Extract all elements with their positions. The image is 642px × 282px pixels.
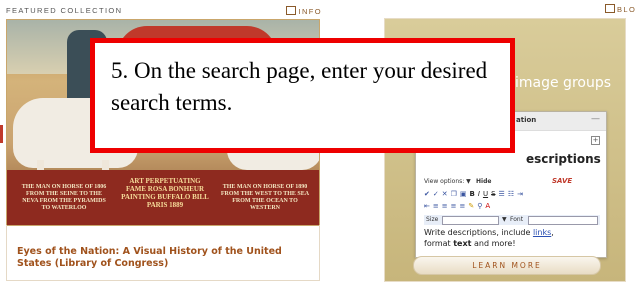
align-left-icon[interactable]: ≡ bbox=[433, 202, 439, 213]
edit-text-4: and more! bbox=[471, 239, 516, 248]
ordered-list-icon[interactable]: ☰ bbox=[499, 190, 505, 201]
check-icon[interactable]: ✔ bbox=[424, 190, 430, 201]
font-controls-row: Size ▼ Font bbox=[424, 215, 600, 225]
featured-collection-title-link[interactable]: Eyes of the Nation: A Visual History of … bbox=[17, 246, 307, 270]
save-button[interactable]: SAVE bbox=[552, 177, 572, 185]
edit-link: links bbox=[532, 228, 552, 237]
size-label: Size bbox=[426, 216, 439, 223]
formatting-toolbar-row-2: ⇤ ≡ ≡ ≡ ≡ ✎ ⚲ A bbox=[424, 202, 600, 213]
copy-icon[interactable]: ❐ bbox=[451, 190, 457, 201]
formatting-toolbar-row-1: ✔ ✓ ✕ ❐ ▣ B I U S ☰ ☷ ⇥ bbox=[424, 190, 600, 201]
blog-link[interactable]: BLO bbox=[605, 4, 636, 14]
size-select[interactable] bbox=[442, 216, 499, 225]
align-center-icon[interactable]: ≡ bbox=[442, 202, 448, 213]
editor-toolbar-top: View options: ▼ Hide SAVE bbox=[424, 176, 600, 188]
expand-icon: + bbox=[591, 136, 600, 145]
instruction-text: 5. On the search page, enter your desire… bbox=[111, 58, 488, 115]
align-right-icon[interactable]: ≡ bbox=[451, 202, 457, 213]
italic-icon[interactable]: I bbox=[478, 190, 480, 201]
edit-text-2: , bbox=[551, 228, 554, 237]
editor-header-text: ation bbox=[516, 116, 537, 124]
edit-bold: text bbox=[453, 239, 472, 248]
strikethrough-icon[interactable]: S bbox=[491, 190, 495, 201]
info-link[interactable]: INFO bbox=[286, 6, 322, 16]
unordered-list-icon[interactable]: ☷ bbox=[508, 190, 514, 201]
justify-icon[interactable]: ≡ bbox=[460, 202, 466, 213]
description-edit-area[interactable]: Write descriptions, include links, forma… bbox=[424, 227, 600, 255]
editor-title: escriptions bbox=[526, 152, 601, 166]
promo-heading: image groups bbox=[515, 75, 612, 91]
window-icon bbox=[286, 6, 297, 15]
paste-icon[interactable]: ▣ bbox=[460, 190, 467, 201]
left-edge-marker bbox=[0, 125, 3, 143]
featured-title-box: Eyes of the Nation: A Visual History of … bbox=[6, 225, 320, 281]
view-options-dropdown[interactable]: View options: ▼ bbox=[424, 178, 471, 185]
edit-text-1: Write descriptions, include bbox=[424, 228, 533, 237]
font-label: Font bbox=[510, 216, 524, 223]
font-label-marker: ▼ bbox=[502, 216, 507, 223]
underline-icon[interactable]: U bbox=[483, 190, 488, 201]
poster-caption-center: ART PERPETUATING FAME ROSA BONHEUR PAINT… bbox=[121, 177, 209, 209]
poster-caption-left: THE MAN ON HORSE OF 1806 FROM THE SEINE … bbox=[21, 184, 107, 211]
edit-text-3: format bbox=[424, 239, 454, 248]
cut-icon[interactable]: ✕ bbox=[442, 190, 448, 201]
highlight-icon[interactable]: ✎ bbox=[468, 202, 474, 213]
indent-icon[interactable]: ⇥ bbox=[517, 190, 523, 201]
featured-collection-label: FEATURED COLLECTION bbox=[6, 6, 123, 15]
poster-caption-right: THE MAN ON HORSE OF 1890 FROM THE WEST T… bbox=[220, 184, 310, 211]
font-select[interactable] bbox=[528, 216, 598, 225]
window-icon bbox=[605, 4, 615, 13]
featured-collection-header: FEATURED COLLECTION INFO bbox=[6, 4, 322, 18]
blog-label: BLO bbox=[617, 5, 637, 14]
info-label: INFO bbox=[298, 7, 322, 16]
link-icon[interactable]: ⚲ bbox=[477, 202, 482, 213]
collapse-icon: — bbox=[591, 114, 600, 124]
text-color-icon[interactable]: A bbox=[485, 202, 490, 213]
instruction-callout: 5. On the search page, enter your desire… bbox=[90, 38, 515, 153]
bold-icon[interactable]: B bbox=[470, 190, 475, 201]
outdent-icon[interactable]: ⇤ bbox=[424, 202, 430, 213]
hide-button[interactable]: Hide bbox=[476, 178, 491, 185]
spellcheck-icon[interactable]: ✓ bbox=[433, 190, 439, 201]
learn-more-button[interactable]: LEARN MORE bbox=[413, 256, 601, 275]
